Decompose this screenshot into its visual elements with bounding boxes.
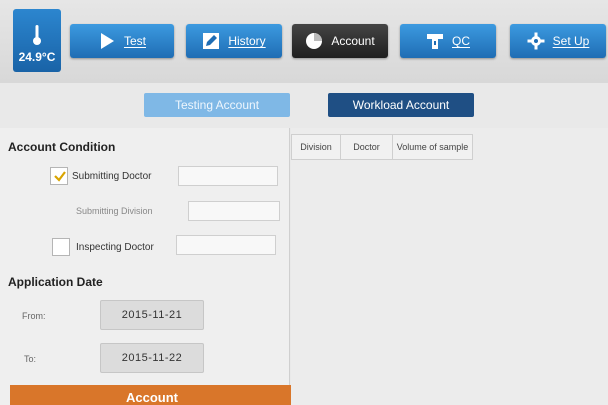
nav-account-label: Account [331, 34, 375, 48]
nav-setup-label: Set Up [552, 34, 590, 48]
gear-icon [527, 32, 545, 50]
submitting-doctor-input[interactable] [178, 166, 278, 186]
chart-icon [306, 33, 323, 49]
nav-setup-button[interactable]: Set Up [510, 24, 606, 58]
inspecting-doctor-checkbox[interactable] [52, 238, 70, 256]
to-date-button[interactable]: 2015-11-22 [100, 343, 204, 373]
edit-icon [203, 33, 220, 49]
nav-account-button[interactable]: Account [292, 24, 388, 58]
table-header: Division Doctor Volume of sample [291, 134, 473, 160]
from-date-button[interactable]: 2015-11-21 [100, 300, 204, 330]
sub-tab-bar: Testing Account Workload Account [0, 83, 608, 123]
nav-history-label: History [228, 34, 266, 48]
account-condition-panel: Account Condition Submitting Doctor Subm… [0, 128, 294, 405]
checkmark-icon [54, 171, 66, 182]
toolbar: 24.9°C Test History Account QC Set Up [0, 0, 608, 83]
submitting-division-input[interactable] [188, 201, 280, 221]
submitting-doctor-label: Submitting Doctor [72, 171, 152, 182]
nav-test-label: Test [123, 34, 146, 48]
temperature-value: 24.9°C [18, 50, 56, 64]
account-query-button[interactable]: Account [10, 385, 294, 405]
nav-test-button[interactable]: Test [70, 24, 174, 58]
inspecting-doctor-input[interactable] [176, 235, 276, 255]
temperature-indicator: 24.9°C [13, 9, 61, 72]
tab-testing-account[interactable]: Testing Account [144, 93, 290, 117]
results-table: Division Doctor Volume of sample [291, 128, 608, 405]
column-volume-of-sample: Volume of sample [393, 135, 473, 159]
tab-workload-account[interactable]: Workload Account [328, 93, 474, 117]
nav-qc-label: QC [452, 34, 470, 48]
play-icon [100, 33, 114, 49]
qc-icon [427, 34, 443, 49]
nav-qc-button[interactable]: QC [400, 24, 496, 58]
submitting-division-label: Submitting Division [76, 206, 153, 216]
from-label: From: [22, 311, 46, 321]
submitting-doctor-checkbox[interactable] [50, 167, 68, 185]
application-date-title: Application Date [8, 275, 103, 289]
account-condition-title: Account Condition [8, 140, 116, 154]
column-doctor: Doctor [341, 135, 393, 159]
to-label: To: [24, 354, 37, 364]
inspecting-doctor-label: Inspecting Doctor [76, 242, 154, 253]
column-division: Division [291, 135, 341, 159]
thermometer-icon [33, 25, 41, 45]
nav-history-button[interactable]: History [186, 24, 282, 58]
